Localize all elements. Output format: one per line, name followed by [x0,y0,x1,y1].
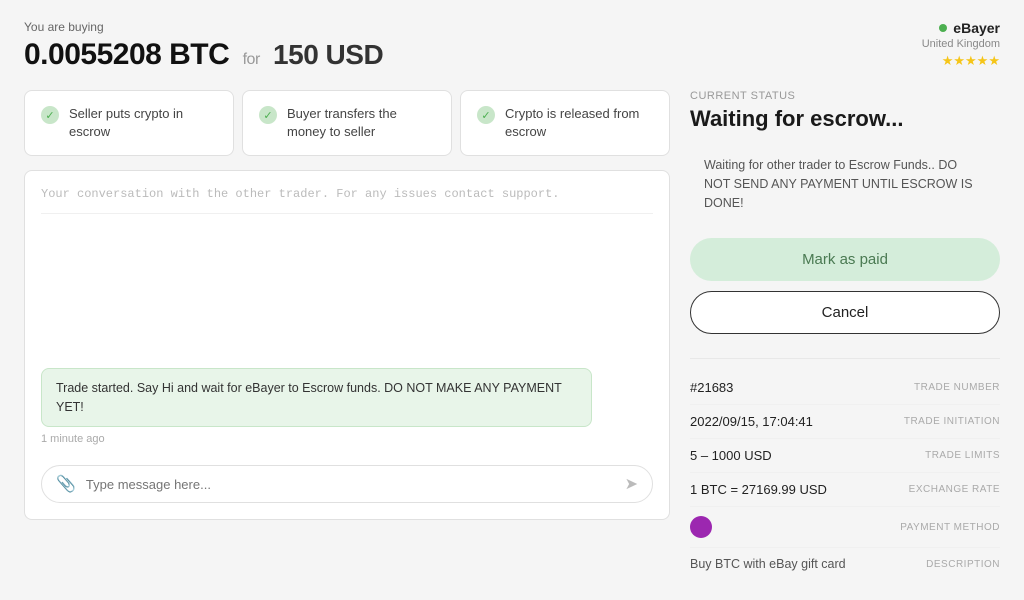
chat-time: 1 minute ago [41,433,653,445]
trade-number-value: #21683 [690,380,733,395]
chat-panel: Your conversation with the other trader.… [24,170,670,520]
steps-row: ✓ Seller puts crypto in escrow ✓ Buyer t… [24,90,670,156]
left-panel: ✓ Seller puts crypto in escrow ✓ Buyer t… [24,90,670,580]
trade-initiation-row: 2022/09/15, 17:04:41 TRADE INITIATION [690,405,1000,439]
cancel-button[interactable]: Cancel [690,291,1000,334]
status-heading: Waiting for escrow... [690,106,1000,132]
description-row: Buy BTC with eBay gift card DESCRIPTION [690,548,1000,580]
trade-initiation-value: 2022/09/15, 17:04:41 [690,414,813,429]
send-icon[interactable]: ➤ [625,474,638,494]
top-bar: You are buying 0.0055208 BTC for 150 USD… [24,20,1000,72]
payment-method-key: PAYMENT METHOD [900,522,1000,533]
right-panel: CURRENT STATUS Waiting for escrow... Wai… [690,90,1000,580]
attach-icon: 📎 [56,474,76,494]
trade-number-row: #21683 TRADE NUMBER [690,371,1000,405]
user-country: United Kingdom [922,38,1000,50]
step-1: ✓ Seller puts crypto in escrow [24,90,234,156]
escrow-notice: Waiting for other trader to Escrow Funds… [690,144,1000,224]
step-2-label: Buyer transfers the money to seller [287,105,435,141]
exchange-rate-key: EXCHANGE RATE [909,484,1000,495]
trade-details: #21683 TRADE NUMBER 2022/09/15, 17:04:41… [690,358,1000,580]
btc-amount: 0.0055208 BTC [24,38,229,71]
buying-info: You are buying 0.0055208 BTC for 150 USD [24,20,383,72]
for-label: for [243,51,260,68]
buying-label: You are buying [24,20,383,34]
trade-number-key: TRADE NUMBER [914,382,1000,393]
step-2: ✓ Buyer transfers the money to seller [242,90,452,156]
chat-message-text: Trade started. Say Hi and wait for eBaye… [56,381,562,414]
usd-amount: 150 USD [273,39,383,70]
trade-limits-key: TRADE LIMITS [925,450,1000,461]
online-indicator [939,24,947,32]
user-info: eBayer United Kingdom ★★★★★ [922,20,1000,69]
chat-placeholder: Your conversation with the other trader.… [41,187,653,214]
step-1-label: Seller puts crypto in escrow [69,105,217,141]
check-icon-3: ✓ [477,106,495,124]
check-icon-2: ✓ [259,106,277,124]
description-text: Buy BTC with eBay gift card [690,557,846,571]
trade-initiation-key: TRADE INITIATION [904,416,1000,427]
chat-input[interactable] [86,477,615,492]
exchange-rate-row: 1 BTC = 27169.99 USD EXCHANGE RATE [690,473,1000,507]
chat-messages: Trade started. Say Hi and wait for eBaye… [41,226,653,457]
user-status: eBayer [922,20,1000,36]
check-icon-1: ✓ [41,106,59,124]
description-label: DESCRIPTION [926,559,1000,570]
buying-amount: 0.0055208 BTC for 150 USD [24,38,383,72]
main-content: ✓ Seller puts crypto in escrow ✓ Buyer t… [24,90,1000,580]
exchange-rate-value: 1 BTC = 27169.99 USD [690,482,827,497]
payment-method-icon [690,516,712,538]
trade-limits-row: 5 – 1000 USD TRADE LIMITS [690,439,1000,473]
username: eBayer [953,20,1000,36]
chat-message: Trade started. Say Hi and wait for eBaye… [41,368,592,428]
step-3-label: Crypto is released from escrow [505,105,653,141]
chat-input-row[interactable]: 📎 ➤ [41,465,653,503]
payment-method-row: PAYMENT METHOD [690,507,1000,548]
step-3: ✓ Crypto is released from escrow [460,90,670,156]
mark-as-paid-button[interactable]: Mark as paid [690,238,1000,281]
trade-limits-value: 5 – 1000 USD [690,448,772,463]
user-stars: ★★★★★ [922,53,1000,69]
current-status-label: CURRENT STATUS [690,90,1000,102]
